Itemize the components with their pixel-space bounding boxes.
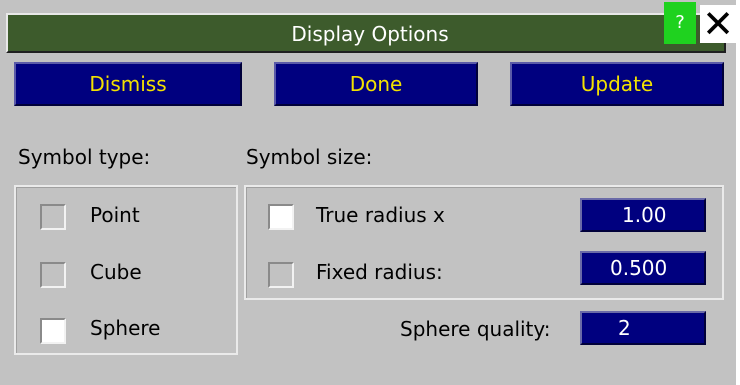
true-radius-label: True radius x bbox=[316, 203, 445, 227]
symbol-type-label: Symbol type: bbox=[18, 145, 151, 169]
sphere-quality-label: Sphere quality: bbox=[400, 317, 551, 341]
sphere-checkbox[interactable] bbox=[40, 318, 66, 344]
sphere-label: Sphere bbox=[90, 316, 161, 340]
symbol-size-label: Symbol size: bbox=[246, 145, 373, 169]
done-button[interactable]: Done bbox=[274, 62, 478, 106]
sphere-quality-input[interactable]: 2 bbox=[580, 311, 706, 345]
help-button[interactable]: ? bbox=[664, 2, 696, 44]
close-icon[interactable]: ✕ bbox=[700, 5, 736, 43]
true-radius-input[interactable]: 1.00 bbox=[580, 198, 706, 232]
true-radius-checkbox[interactable] bbox=[268, 204, 294, 230]
cube-checkbox[interactable] bbox=[40, 262, 66, 288]
cube-label: Cube bbox=[90, 260, 142, 284]
display-options-panel: Display Options ? ✕ Dismiss Done Update … bbox=[0, 0, 736, 385]
dismiss-button[interactable]: Dismiss bbox=[14, 62, 242, 106]
fixed-radius-checkbox[interactable] bbox=[268, 262, 294, 288]
fixed-radius-label: Fixed radius: bbox=[316, 260, 443, 284]
point-checkbox[interactable] bbox=[40, 204, 66, 230]
update-button[interactable]: Update bbox=[510, 62, 724, 106]
point-label: Point bbox=[90, 203, 140, 227]
fixed-radius-input[interactable]: 0.500 bbox=[580, 251, 706, 285]
window-title: Display Options bbox=[291, 22, 449, 46]
